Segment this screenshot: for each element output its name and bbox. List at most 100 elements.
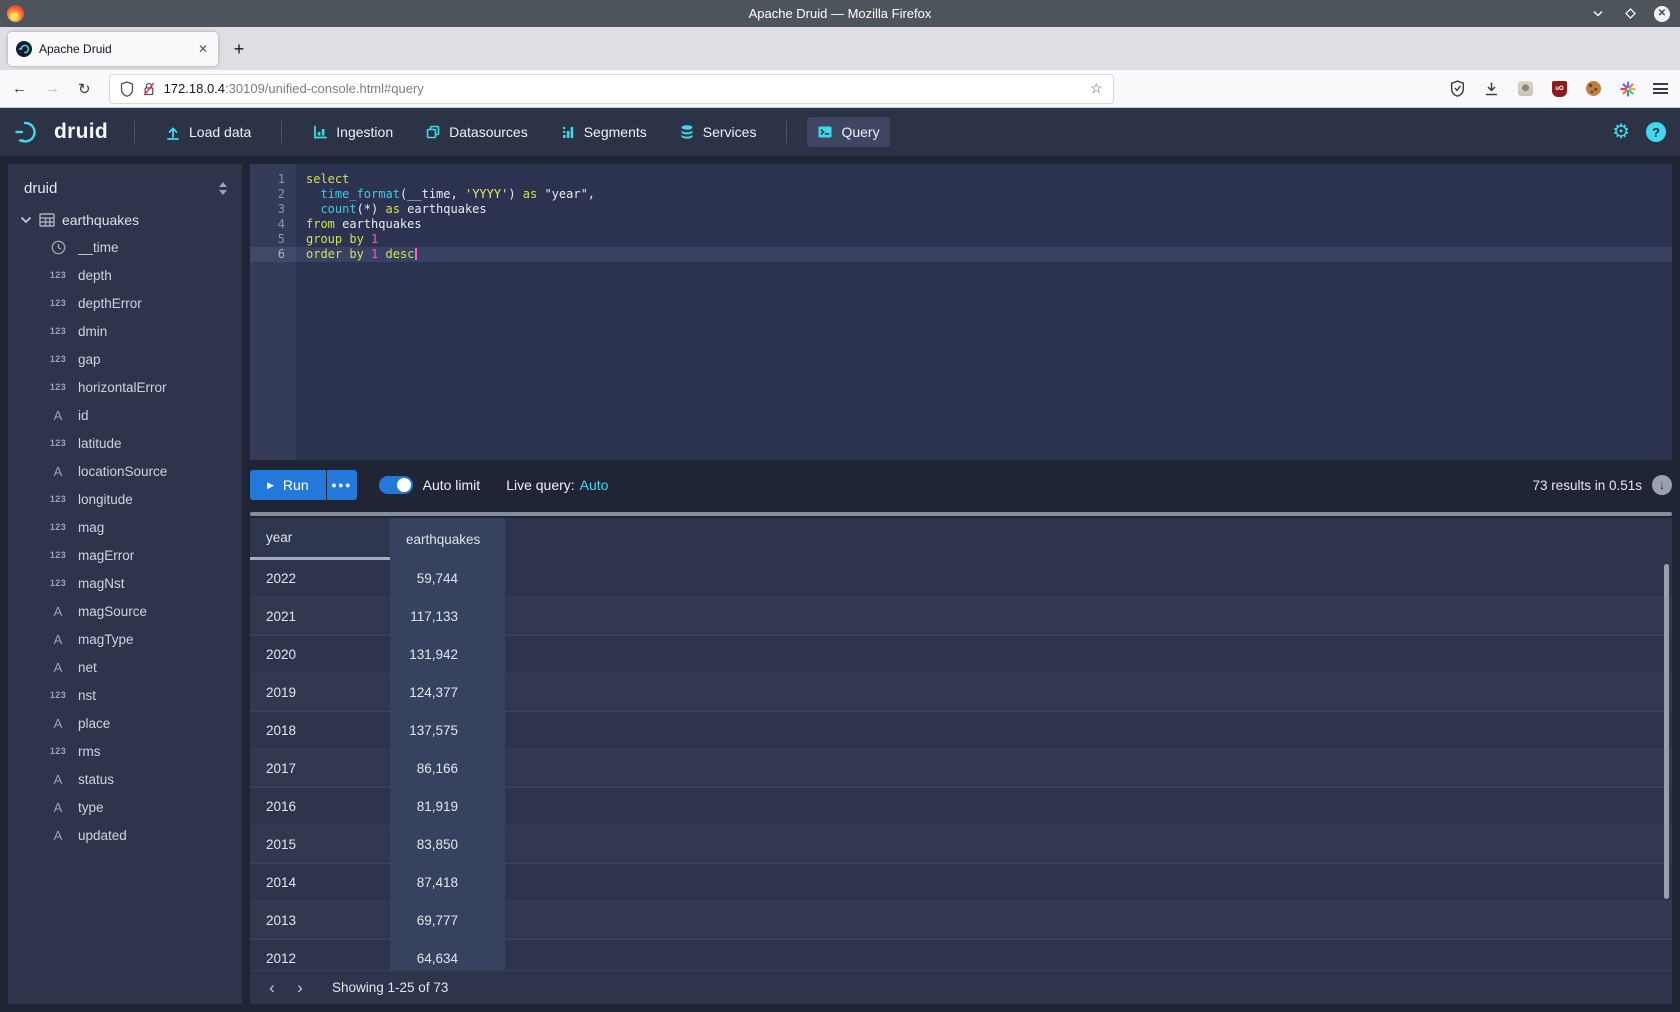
horizontal-scrollbar[interactable]	[250, 512, 1672, 516]
cell-earthquakes[interactable]: 131,942	[390, 636, 505, 673]
console-content: druid earthquakes	[0, 156, 1680, 1012]
close-icon[interactable]: ✕	[1654, 6, 1670, 22]
code-line-5[interactable]: group by 1	[306, 232, 1672, 247]
sidebar-column-latitude[interactable]: 123latitude	[18, 429, 232, 457]
colorful-asterisk-extension-icon[interactable]	[1619, 80, 1636, 97]
cell-year[interactable]: 2017	[250, 750, 390, 787]
number-type-icon: 123	[46, 550, 70, 560]
sort-icon[interactable]	[218, 182, 228, 195]
sidebar-column-depth[interactable]: 123depth	[18, 261, 232, 289]
code-line-2[interactable]: time_format(__time, 'YYYY') as "year",	[306, 187, 1672, 202]
sidebar-column-updated[interactable]: Aupdated	[18, 821, 232, 849]
tab-close-icon[interactable]: ✕	[196, 42, 210, 56]
ublock-origin-icon[interactable]: uO	[1551, 80, 1568, 97]
run-more-options-button[interactable]: ●●●	[327, 470, 357, 500]
forward-icon[interactable]: →	[45, 80, 60, 97]
nav-item-segments[interactable]: Segments	[550, 117, 657, 147]
cell-earthquakes[interactable]: 117,133	[390, 598, 505, 635]
cell-earthquakes[interactable]: 124,377	[390, 674, 505, 711]
new-tab-button[interactable]: +	[224, 34, 254, 64]
minimize-icon[interactable]	[1590, 6, 1606, 22]
code-line-6[interactable]: order by 1 desc	[296, 247, 1672, 262]
extension-photo-icon[interactable]	[1517, 80, 1534, 97]
sidebar-column-dmin[interactable]: 123dmin	[18, 317, 232, 345]
tracking-shield-icon[interactable]	[120, 81, 134, 97]
cell-year[interactable]: 2022	[250, 560, 390, 597]
cell-year[interactable]: 2020	[250, 636, 390, 673]
sidebar-column-magError[interactable]: 123magError	[18, 541, 232, 569]
sidebar-item-earthquakes[interactable]: earthquakes	[18, 207, 232, 233]
sidebar-column-id[interactable]: Aid	[18, 401, 232, 429]
menu-icon[interactable]	[1653, 83, 1668, 94]
cell-year[interactable]: 2019	[250, 674, 390, 711]
sidebar-column-status[interactable]: Astatus	[18, 765, 232, 793]
sidebar-column-magType[interactable]: AmagType	[18, 625, 232, 653]
settings-gear-icon[interactable]: ⚙	[1612, 122, 1630, 142]
downloads-icon[interactable]	[1483, 80, 1500, 97]
auto-limit-toggle[interactable]	[379, 476, 413, 494]
live-query-value[interactable]: Auto	[580, 477, 609, 493]
column-header-year[interactable]: year	[250, 518, 390, 560]
sidebar-column-depthError[interactable]: 123depthError	[18, 289, 232, 317]
sidebar-column-place[interactable]: Aplace	[18, 709, 232, 737]
sidebar-column-mag[interactable]: 123mag	[18, 513, 232, 541]
sidebar-column-magSource[interactable]: AmagSource	[18, 597, 232, 625]
cell-year[interactable]: 2013	[250, 902, 390, 939]
insecure-lock-icon[interactable]	[142, 81, 156, 97]
cell-earthquakes[interactable]: 86,166	[390, 750, 505, 787]
nav-item-ingestion[interactable]: Ingestion	[302, 117, 403, 147]
next-page-icon[interactable]: ›	[286, 974, 314, 1002]
sidebar-column-longitude[interactable]: 123longitude	[18, 485, 232, 513]
time-type-icon	[46, 240, 70, 255]
download-results-icon[interactable]: ↓	[1652, 475, 1672, 495]
bookmark-star-icon[interactable]: ☆	[1090, 80, 1103, 97]
druid-brand[interactable]: druid	[14, 119, 108, 145]
maximize-icon[interactable]	[1622, 6, 1638, 22]
cell-earthquakes[interactable]: 83,850	[390, 826, 505, 863]
back-icon[interactable]: ←	[12, 80, 27, 97]
sidebar-column-net[interactable]: Anet	[18, 653, 232, 681]
code-line-3[interactable]: count(*) as earthquakes	[306, 202, 1672, 217]
tab-apache-druid[interactable]: Apache Druid ✕	[8, 32, 218, 66]
help-icon[interactable]: ?	[1646, 122, 1666, 142]
nav-item-query[interactable]: Query	[807, 117, 889, 147]
url-bar[interactable]: 172.18.0.4 :30109/unified-console.html#q…	[109, 74, 1114, 104]
nav-item-services[interactable]: Services	[669, 117, 767, 147]
code-line-4[interactable]: from earthquakes	[306, 217, 1672, 232]
cell-year[interactable]: 2016	[250, 788, 390, 825]
sidebar-column-gap[interactable]: 123gap	[18, 345, 232, 373]
string-type-icon: A	[46, 828, 70, 843]
chevron-down-icon[interactable]	[20, 216, 32, 224]
cell-year[interactable]: 2014	[250, 864, 390, 901]
reload-icon[interactable]: ↻	[78, 80, 91, 98]
sidebar-column-nst[interactable]: 123nst	[18, 681, 232, 709]
cookie-extension-icon[interactable]	[1585, 80, 1602, 97]
shield-check-icon[interactable]	[1449, 80, 1466, 97]
line-number: 5	[250, 232, 296, 247]
nav-label: Load data	[189, 124, 251, 140]
schema-column-list: __time123depth123depthError123dmin123gap…	[18, 233, 232, 849]
sql-editor[interactable]: 123456 select time_format(__time, 'YYYY'…	[250, 164, 1672, 460]
run-button[interactable]: ▶ Run	[250, 470, 326, 500]
cell-earthquakes[interactable]: 59,744	[390, 560, 505, 597]
vertical-scrollbar[interactable]	[1664, 564, 1669, 899]
code-line-1[interactable]: select	[306, 172, 1672, 187]
sidebar-column-rms[interactable]: 123rms	[18, 737, 232, 765]
nav-item-load-data[interactable]: Load data	[155, 117, 261, 147]
prev-page-icon[interactable]: ‹	[258, 974, 286, 1002]
sidebar-column-type[interactable]: Atype	[18, 793, 232, 821]
cell-year[interactable]: 2018	[250, 712, 390, 749]
cell-year[interactable]: 2021	[250, 598, 390, 635]
editor-code[interactable]: select time_format(__time, 'YYYY') as "y…	[296, 164, 1672, 460]
nav-item-datasources[interactable]: Datasources	[415, 117, 538, 147]
cell-year[interactable]: 2015	[250, 826, 390, 863]
cell-earthquakes[interactable]: 87,418	[390, 864, 505, 901]
sidebar-column-magNst[interactable]: 123magNst	[18, 569, 232, 597]
cell-earthquakes[interactable]: 69,777	[390, 902, 505, 939]
cell-earthquakes[interactable]: 81,919	[390, 788, 505, 825]
sidebar-column-__time[interactable]: __time	[18, 233, 232, 261]
column-header-earthquakes[interactable]: earthquakes	[390, 518, 505, 560]
cell-earthquakes[interactable]: 137,575	[390, 712, 505, 749]
sidebar-column-locationSource[interactable]: AlocationSource	[18, 457, 232, 485]
sidebar-column-horizontalError[interactable]: 123horizontalError	[18, 373, 232, 401]
